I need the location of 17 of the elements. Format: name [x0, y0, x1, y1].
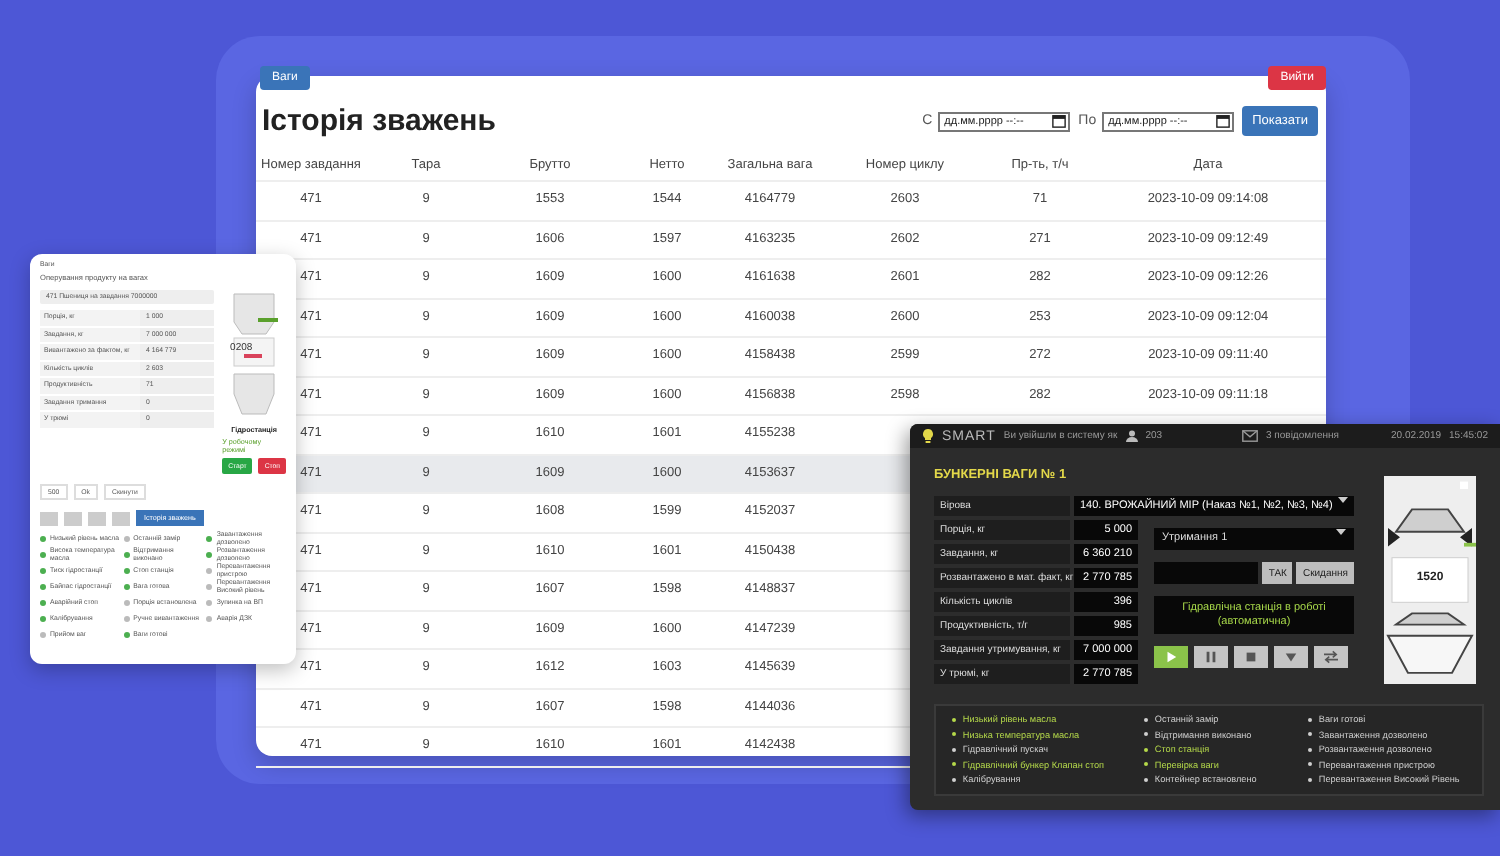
control-button[interactable] — [1194, 646, 1228, 668]
lightbulb-icon — [922, 428, 934, 444]
envelope-icon — [1242, 430, 1258, 442]
triangle-down-icon — [1284, 650, 1298, 664]
control-button[interactable] — [1274, 646, 1308, 668]
pause-icon — [1204, 650, 1218, 664]
user-icon — [1125, 430, 1138, 442]
swap-icon — [1322, 650, 1340, 664]
input-field[interactable] — [1154, 562, 1259, 584]
control-button[interactable] — [1154, 646, 1188, 668]
control-button[interactable] — [1234, 646, 1268, 668]
control-button[interactable] — [1314, 646, 1348, 668]
page-title: Історія зважень — [262, 104, 498, 138]
play-icon — [1164, 650, 1178, 664]
caret-icon — [1338, 496, 1348, 504]
stop-icon — [1244, 650, 1258, 664]
caret-icon — [1336, 528, 1346, 536]
